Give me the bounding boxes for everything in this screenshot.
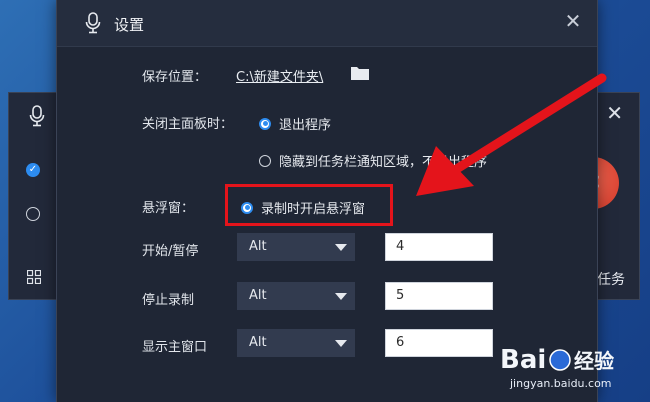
dropdown-arrow-icon	[335, 340, 347, 347]
radio-button[interactable]	[241, 201, 253, 214]
save-path-link[interactable]: C:\新建文件夹\	[236, 66, 323, 85]
dropdown-arrow-icon	[335, 244, 347, 251]
dialog-title: 设置	[114, 16, 145, 34]
task-label[interactable]: 任务	[597, 269, 625, 289]
check-icon[interactable]: ✓	[26, 163, 40, 177]
microphone-icon	[29, 105, 45, 131]
baidu-jingyan-watermark: Bai 经验	[500, 345, 614, 375]
radio-float-window[interactable]: 录制时开启悬浮窗	[241, 198, 365, 217]
paw-icon	[549, 349, 571, 371]
radio-label: 隐藏到任务栏通知区域，不退出程序	[279, 155, 488, 170]
watermark-brand-cn: 经验	[574, 349, 614, 373]
background-radio[interactable]	[26, 207, 40, 221]
hotkey-label-start-pause: 开始/暂停	[142, 244, 199, 259]
close-panel-label: 关闭主面板时：	[142, 117, 234, 132]
radio-exit-program[interactable]: 退出程序	[259, 114, 331, 133]
hotkey-modifier-select-stop[interactable]: Alt	[237, 282, 355, 310]
folder-icon[interactable]	[350, 65, 370, 85]
select-value: Alt	[249, 239, 267, 254]
microphone-icon	[85, 12, 101, 38]
float-window-label: 悬浮窗：	[142, 201, 195, 216]
select-value: Alt	[249, 335, 267, 350]
close-icon[interactable]: ✕	[563, 11, 583, 31]
hotkey-modifier-select-start-pause[interactable]: Alt	[237, 233, 355, 261]
select-value: Alt	[249, 288, 267, 303]
radio-hide-to-tray[interactable]: 隐藏到任务栏通知区域，不退出程序	[259, 151, 487, 170]
radio-label: 录制时开启悬浮窗	[261, 202, 366, 217]
watermark-url: jingyan.baidu.com	[510, 377, 612, 390]
save-location-label: 保存位置：	[142, 70, 208, 85]
radio-button[interactable]	[259, 154, 271, 167]
background-close-icon[interactable]: ✕	[606, 101, 623, 125]
hotkey-key-input-stop[interactable]: 5	[385, 282, 493, 310]
dialog-titlebar: 设置 ✕	[57, 0, 597, 47]
watermark-brand-latin: Bai	[500, 345, 546, 375]
hotkey-key-input-start-pause[interactable]: 4	[385, 233, 493, 261]
hotkey-modifier-select-show-main[interactable]: Alt	[237, 329, 355, 357]
hotkey-label-show-main: 显示主窗口	[142, 340, 208, 355]
grid-icon[interactable]	[26, 269, 42, 288]
hotkey-key-input-show-main[interactable]: 6	[385, 329, 493, 357]
hotkey-label-stop: 停止录制	[142, 293, 195, 308]
dropdown-arrow-icon	[335, 293, 347, 300]
radio-button[interactable]	[259, 117, 271, 130]
radio-label: 退出程序	[279, 118, 332, 133]
